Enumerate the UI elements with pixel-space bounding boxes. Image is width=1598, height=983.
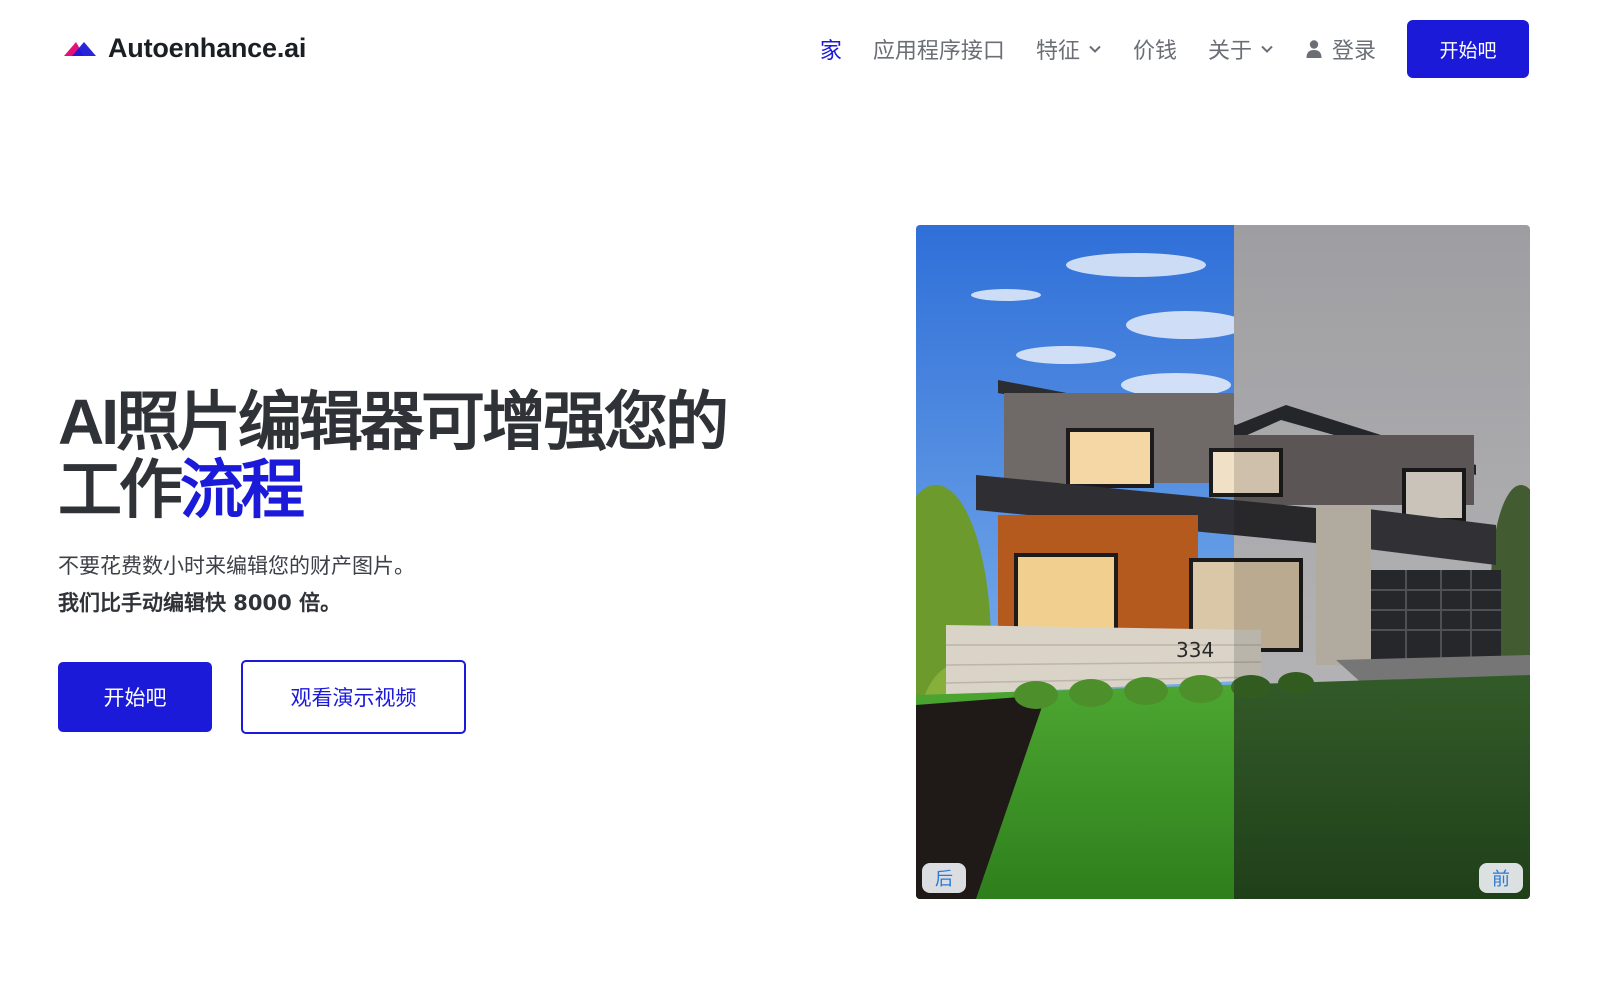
hero-subtitle: 不要花费数小时来编辑您的财产图片。 <box>58 554 415 578</box>
before-after-image[interactable]: 334 <box>916 225 1530 899</box>
user-icon <box>1306 40 1322 58</box>
hero-title-accent: 流程 <box>180 454 305 526</box>
logo-icon <box>64 42 96 56</box>
nav-about-label: 关于 <box>1207 39 1252 64</box>
hero-subtitle-bold: 我们比手动编辑快 8000 倍。 <box>58 591 342 615</box>
nav-api[interactable]: 应用程序接口 <box>873 33 1005 65</box>
house-photo: 334 <box>916 225 1530 899</box>
nav-features[interactable]: 特征 <box>1036 33 1102 65</box>
before-label: 前 <box>1479 863 1523 893</box>
nav-about[interactable]: 关于 <box>1208 33 1274 65</box>
nav-get-started-button[interactable]: 开始吧 <box>1407 20 1529 78</box>
nav-login-label: 登录 <box>1331 39 1376 64</box>
chevron-down-icon <box>1261 45 1273 53</box>
chevron-down-icon <box>1089 45 1101 53</box>
site-header: Autoenhance.ai 家 应用程序接口 特征 价钱 关于 登录 开始吧 <box>0 0 1598 100</box>
nav-home[interactable]: 家 <box>820 33 842 65</box>
main-nav: 家 应用程序接口 特征 价钱 关于 登录 开始吧 <box>820 20 1529 78</box>
nav-login[interactable]: 登录 <box>1305 33 1376 65</box>
nav-features-label: 特征 <box>1035 39 1080 64</box>
hero-title-main: AI照片编辑器可增强您的工作 <box>58 386 729 526</box>
house-number: 334 <box>1176 638 1214 662</box>
comparison-divider-handle[interactable] <box>1230 225 1238 899</box>
nav-pricing[interactable]: 价钱 <box>1133 33 1177 65</box>
watch-demo-button[interactable]: 观看演示视频 <box>241 660 466 734</box>
brand-logo[interactable]: Autoenhance.ai <box>62 31 306 65</box>
hero-title: AI照片编辑器可增强您的工作流程 <box>58 388 758 524</box>
after-label: 后 <box>922 863 966 893</box>
brand-name: Autoenhance.ai <box>108 32 307 63</box>
get-started-button[interactable]: 开始吧 <box>58 662 212 732</box>
